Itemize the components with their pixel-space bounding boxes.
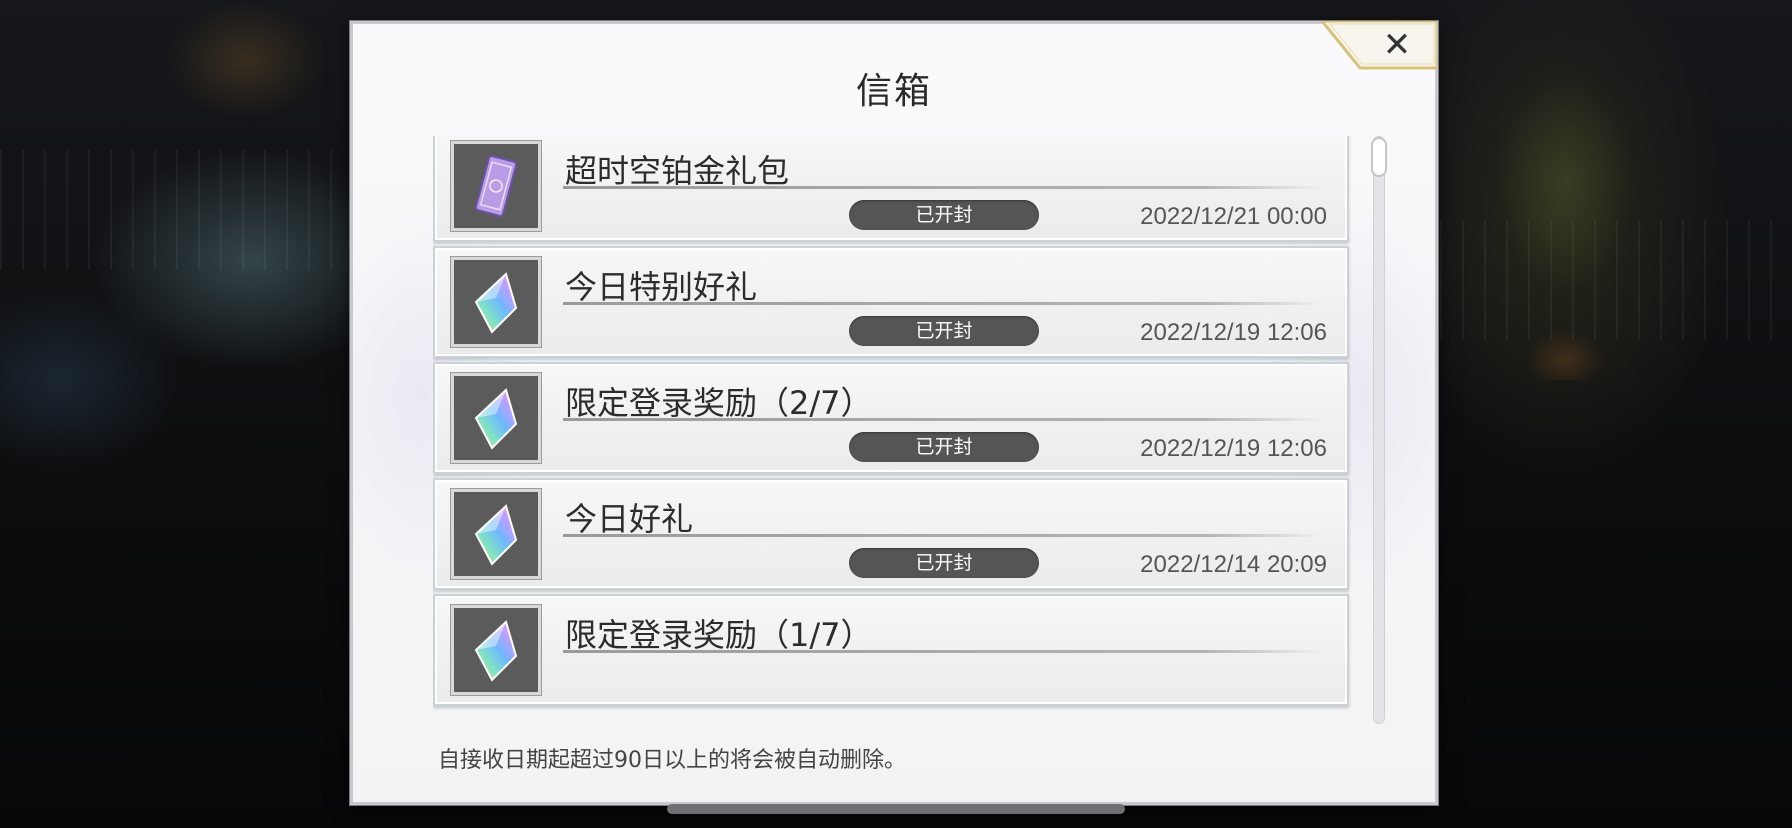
title-underline [563, 534, 1323, 537]
background-plant [1485, 60, 1645, 380]
crystal-icon [474, 272, 518, 334]
title-underline [563, 186, 1323, 189]
mail-item[interactable]: 今日特别好礼 已开封 2022/12/19 12:06 [433, 246, 1349, 358]
mail-item[interactable]: 超时空铂金礼包 已开封 2022/12/21 00:00 [433, 136, 1349, 242]
mail-date: 2022/12/19 12:06 [1140, 319, 1327, 346]
crystal-icon [474, 388, 518, 450]
scrollbar-thumb[interactable] [1371, 137, 1387, 177]
crystal-icon [474, 504, 518, 566]
scrollbar-track[interactable] [1373, 136, 1385, 724]
mail-list[interactable]: 超时空铂金礼包 已开封 2022/12/21 00:00 今日特别好礼 已开封 2022/… [433, 136, 1353, 728]
mail-item[interactable]: 限定登录奖励（1/7） [433, 594, 1349, 706]
mail-item[interactable]: 限定登录奖励（2/7） 已开封 2022/12/19 12:06 [433, 362, 1349, 474]
opened-status-badge: 已开封 [849, 432, 1039, 462]
close-button[interactable]: ✕ [1322, 21, 1437, 71]
opened-status-badge: 已开封 [849, 316, 1039, 346]
opened-status-badge: 已开封 [849, 548, 1039, 578]
title-underline [563, 650, 1323, 653]
background-fence [0, 150, 345, 270]
title-underline [563, 302, 1323, 305]
mail-date: 2022/12/19 12:06 [1140, 435, 1327, 462]
mail-icon-frame [451, 605, 541, 695]
mail-date: 2022/12/21 00:00 [1140, 203, 1327, 230]
title-underline [563, 418, 1323, 421]
mail-item[interactable]: 今日好礼 已开封 2022/12/14 20:09 [433, 478, 1349, 590]
dialog-title: 信箱 [855, 71, 932, 112]
mailbox-dialog: 信箱 ✕ 超时空铂金礼包 已开封 2022/12/21 00:00 今日特别好礼 已开封… [350, 21, 1438, 805]
home-indicator[interactable] [667, 804, 1125, 814]
opened-status-badge: 已开封 [849, 200, 1039, 230]
auto-delete-notice: 自接收日期起超过90日以上的将会被自动删除。 [438, 748, 906, 773]
mail-icon-frame [451, 373, 541, 463]
mail-icon-frame [451, 489, 541, 579]
close-icon: ✕ [1382, 25, 1412, 65]
crystal-icon [474, 620, 518, 682]
mail-icon-frame [451, 141, 541, 231]
mail-icon-frame [451, 257, 541, 347]
ticket-icon [474, 155, 518, 217]
mail-date: 2022/12/14 20:09 [1140, 551, 1327, 578]
